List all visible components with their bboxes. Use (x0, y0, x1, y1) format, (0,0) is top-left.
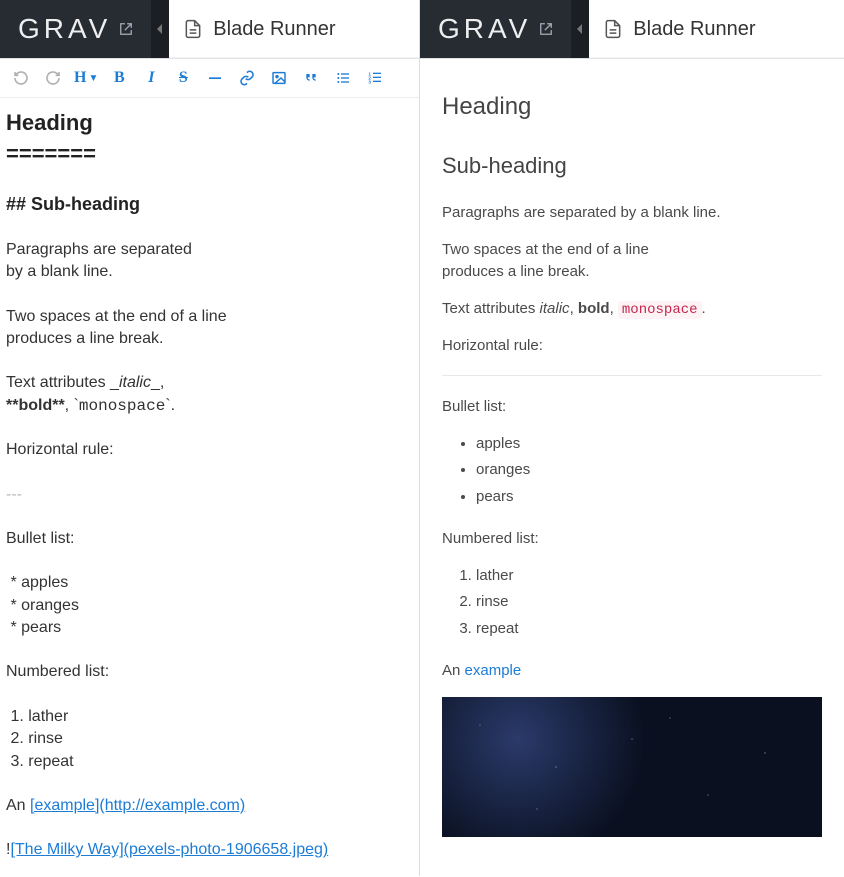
editor-line (6, 350, 413, 372)
brand-logo: GRAV (438, 13, 531, 45)
editor-line: by a blank line. (6, 261, 413, 283)
editor-line (6, 170, 413, 192)
tab-title: Blade Runner (213, 18, 335, 41)
brand-logo: GRAV (18, 13, 111, 45)
markdown-editor[interactable]: Heading======= ## Sub-heading Paragraphs… (0, 98, 419, 876)
topbar-left: GRAV Blade Runner (0, 0, 419, 58)
list-item: apples (476, 433, 822, 456)
editor-line: 2. rinse (6, 728, 413, 750)
brand-block[interactable]: GRAV (0, 0, 151, 58)
editor-toolbar: H ▼ B I S 123 (0, 58, 419, 98)
external-link-icon[interactable] (119, 22, 133, 36)
numbered-list-button[interactable]: 123 (364, 67, 386, 89)
preview-h2: Sub-heading (442, 149, 822, 182)
example-link-source: [example](http://example.com) (30, 797, 245, 814)
editor-line (6, 217, 413, 239)
preview-image (442, 697, 822, 837)
list-item: rinse (476, 591, 822, 614)
preview-paragraph: An example (442, 660, 822, 683)
list-item: lather (476, 565, 822, 588)
page-tab[interactable]: Blade Runner (589, 0, 844, 58)
editor-line: Heading (6, 108, 413, 139)
editor-line: ## Sub-heading (6, 192, 413, 217)
document-icon (183, 18, 203, 40)
preview-paragraph: Text attributes italic, bold, monospace. (442, 298, 822, 321)
preview-paragraph: Horizontal rule: (442, 335, 822, 358)
example-link[interactable]: example (465, 662, 522, 679)
brand-block[interactable]: GRAV (420, 0, 571, 58)
redo-button[interactable] (42, 67, 64, 89)
topbar-right: GRAV Blade Runner (420, 0, 844, 58)
bold-button[interactable]: B (108, 67, 130, 89)
collapse-toggle[interactable] (571, 0, 589, 58)
external-link-icon[interactable] (539, 22, 553, 36)
editor-line: produces a line break. (6, 328, 413, 350)
preview-paragraph: Numbered list: (442, 528, 822, 551)
preview-paragraph: Bullet list: (442, 396, 822, 419)
heading-label: H (74, 69, 86, 87)
italic-button[interactable]: I (140, 67, 162, 89)
editor-line: Paragraphs are separated (6, 239, 413, 261)
editor-line: * apples (6, 572, 413, 594)
editor-line: 1. lather (6, 706, 413, 728)
svg-text:3: 3 (369, 79, 372, 84)
editor-pane: GRAV Blade Runner H ▼ B I S (0, 0, 420, 876)
quote-button[interactable] (300, 67, 322, 89)
image-link-source: [The Milky Way](pexels-photo-1906658.jpe… (10, 841, 328, 858)
horizontal-rule (442, 375, 822, 376)
preview-paragraph: Two spaces at the end of a lineproduces … (442, 239, 822, 284)
list-item: oranges (476, 459, 822, 482)
link-button[interactable] (236, 67, 258, 89)
collapse-toggle[interactable] (151, 0, 169, 58)
bullet-list-button[interactable] (332, 67, 354, 89)
editor-line: * pears (6, 617, 413, 639)
preview-paragraph: Paragraphs are separated by a blank line… (442, 202, 822, 225)
document-icon (603, 18, 623, 40)
hr-button[interactable] (204, 67, 226, 89)
editor-line: Two spaces at the end of a line (6, 306, 413, 328)
heading-dropdown[interactable]: H ▼ (74, 69, 98, 87)
markdown-preview: Heading Sub-heading Paragraphs are separ… (420, 59, 844, 877)
page-tab[interactable]: Blade Runner (169, 0, 419, 58)
preview-pane: GRAV Blade Runner Heading Sub-heading Pa… (420, 0, 844, 876)
list-item: repeat (476, 618, 822, 641)
editor-line (6, 284, 413, 306)
list-item: pears (476, 486, 822, 509)
caret-down-icon: ▼ (88, 73, 98, 84)
image-button[interactable] (268, 67, 290, 89)
tab-title: Blade Runner (633, 18, 755, 41)
numbered-list: lather rinse repeat (442, 565, 822, 641)
undo-button[interactable] (10, 67, 32, 89)
preview-h1: Heading (442, 89, 822, 125)
bullet-list: apples oranges pears (442, 433, 822, 509)
editor-line: 3. repeat (6, 751, 413, 773)
editor-line: ======= (6, 139, 413, 170)
editor-line: * oranges (6, 595, 413, 617)
strikethrough-button[interactable]: S (172, 67, 194, 89)
